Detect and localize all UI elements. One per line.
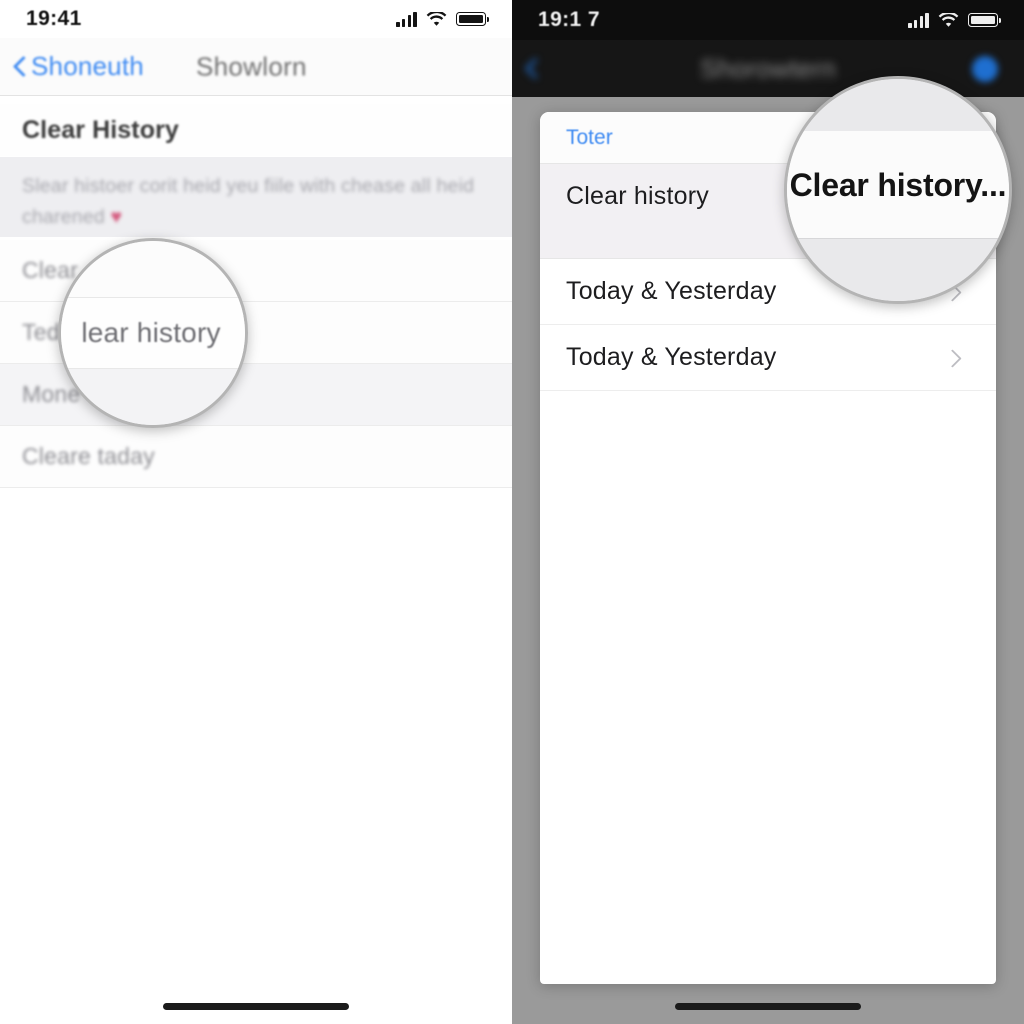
section-header: Clear History xyxy=(0,104,512,156)
account-icon[interactable] xyxy=(972,55,998,82)
magnifier-text: Clear history... xyxy=(789,167,1007,203)
list-item-label: Clear history xyxy=(566,182,709,210)
status-bar-indicators xyxy=(396,11,490,27)
wifi-icon xyxy=(938,12,959,28)
chevron-right-icon xyxy=(950,348,962,368)
status-bar-clock: 19:1 7 xyxy=(538,8,600,31)
cellular-signal-icon xyxy=(396,11,417,27)
list-item-label: Today & Yesterday xyxy=(566,343,777,371)
section-header-label: Clear History xyxy=(22,115,179,144)
card-left-action[interactable]: Toter xyxy=(566,126,613,150)
cellular-signal-icon xyxy=(908,12,929,28)
back-button-label: Shoneuth xyxy=(31,51,144,81)
back-button[interactable] xyxy=(526,58,543,80)
home-indicator[interactable] xyxy=(675,1003,861,1010)
left-phone-screen: 19:41 Shoneuth Showlorn Clear History Sl… xyxy=(0,0,512,1024)
magnifier-text: lear history xyxy=(81,317,221,348)
page-title: Showlorn xyxy=(196,51,307,81)
list-item-label: Cleare taday xyxy=(22,443,155,469)
battery-icon xyxy=(968,13,1002,27)
home-indicator[interactable] xyxy=(163,1003,349,1010)
list-item[interactable]: Cleare taday xyxy=(0,426,512,488)
screenshot-stage: 19:41 Shoneuth Showlorn Clear History Sl… xyxy=(0,0,1024,1024)
status-bar-clock: 19:41 xyxy=(26,7,82,30)
list-item-label: Today & Yesterday xyxy=(566,277,777,305)
back-button[interactable]: Shoneuth xyxy=(14,51,144,82)
list-item[interactable]: Today & Yesterday xyxy=(540,325,996,391)
description-block: Slear histoer corit heid yeu fiile with … xyxy=(0,157,512,237)
status-bar-indicators xyxy=(908,12,1002,28)
description-text: Slear histoer corit heid yeu fiile with … xyxy=(22,175,475,228)
magnifier-callout-left: lear history xyxy=(58,238,248,428)
heart-icon: ♥ xyxy=(110,206,123,228)
magnifier-callout-right: Clear history... xyxy=(784,76,1012,304)
navigation-bar-left: Shoneuth Showlorn xyxy=(0,38,512,96)
wifi-icon xyxy=(426,11,447,27)
status-bar-left: 19:41 xyxy=(0,0,512,38)
chevron-left-icon xyxy=(526,58,539,80)
chevron-left-icon xyxy=(14,56,27,78)
status-bar-right: 19:1 7 xyxy=(512,0,1024,40)
battery-icon xyxy=(456,12,490,26)
